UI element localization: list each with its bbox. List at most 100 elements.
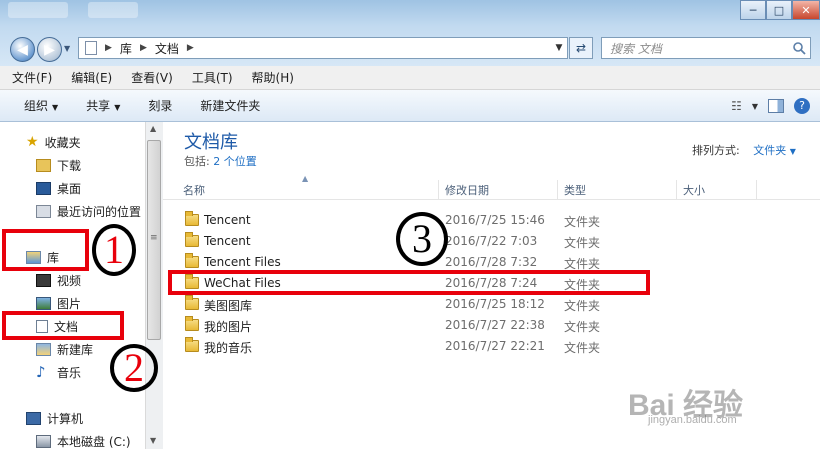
sidebar-item-label: 计算机 <box>47 411 84 426</box>
menu-file[interactable]: 文件(F) <box>12 69 52 86</box>
folder-icon <box>185 211 199 226</box>
menu-tools[interactable]: 工具(T) <box>192 69 233 86</box>
file-name: 美图图库 <box>204 299 253 313</box>
watermark-url: jingyan.baidu.com <box>648 414 737 426</box>
step-marker-1: 1 <box>92 224 136 276</box>
title-ghost-mid <box>88 2 138 18</box>
menu-bar: 文件(F) 编辑(E) 查看(V) 工具(T) 帮助(H) <box>0 66 820 90</box>
chevron-right-icon: ▶ <box>186 43 194 53</box>
new-library-icon <box>36 342 51 356</box>
highlight-box-libraries <box>2 229 89 271</box>
address-dropdown[interactable]: ▼ <box>550 37 568 59</box>
file-row[interactable]: 我的图片 2016/7/27 22:38 文件夹 <box>183 315 783 336</box>
step-marker-2: 2 <box>110 344 158 392</box>
file-name: Tencent <box>204 234 251 248</box>
breadcrumb-libraries[interactable]: 库 <box>120 40 132 57</box>
history-dropdown[interactable]: ▼ <box>64 44 74 54</box>
file-row[interactable]: 我的音乐 2016/7/27 22:21 文件夹 <box>183 336 783 357</box>
forward-button[interactable]: ▶ <box>37 37 62 62</box>
breadcrumb-documents[interactable]: 文档 <box>155 40 179 57</box>
includes-locations-link[interactable]: 2 个位置 <box>213 155 257 168</box>
sidebar-item-downloads[interactable]: 下载 <box>36 155 81 175</box>
refresh-button[interactable]: ⇄ <box>569 37 593 59</box>
sidebar-item-label: 图片 <box>57 296 82 311</box>
maximize-button[interactable]: □ <box>766 0 792 20</box>
view-controls: ☷ ▼ ? <box>731 90 820 122</box>
chevron-down-icon[interactable]: ▼ <box>752 102 758 111</box>
sidebar-item-label: 桌面 <box>57 181 82 196</box>
step-marker-3: 3 <box>396 212 448 266</box>
file-row[interactable]: Tencent 2016/7/22 7:03 文件夹 <box>183 231 783 252</box>
refresh-icon: ⇄ <box>575 41 587 55</box>
search-input[interactable]: 搜索 文档 <box>601 37 811 59</box>
menu-help[interactable]: 帮助(H) <box>252 69 294 86</box>
back-arrow-icon: ◀ <box>17 41 28 58</box>
arrange-by-dropdown[interactable]: 文件夹 ▼ <box>753 144 796 157</box>
file-type: 文件夹 <box>564 236 601 250</box>
file-date: 2016/7/27 22:21 <box>445 339 545 353</box>
close-button[interactable]: ✕ <box>792 0 820 20</box>
preview-pane-icon[interactable] <box>768 99 784 113</box>
burn-button[interactable]: 刻录 <box>148 97 172 114</box>
column-date[interactable]: 修改日期 <box>439 180 558 200</box>
file-type: 文件夹 <box>564 341 601 355</box>
scroll-up-icon[interactable]: ▲ <box>150 124 156 133</box>
sidebar-item-desktop[interactable]: 桌面 <box>36 178 81 198</box>
recent-places-icon <box>36 204 51 218</box>
file-name: 我的音乐 <box>204 341 253 355</box>
column-size[interactable]: 大小 <box>677 180 757 200</box>
pictures-icon <box>36 296 51 310</box>
music-note-icon: ♪ <box>36 363 46 381</box>
navigation-pane <box>0 122 163 449</box>
folder-icon <box>185 337 199 352</box>
menu-edit[interactable]: 编辑(E) <box>71 69 112 86</box>
sidebar-item-label: 收藏夹 <box>44 135 81 150</box>
file-name: 我的图片 <box>204 320 253 334</box>
sidebar-item-label: 视频 <box>57 273 82 288</box>
scroll-grip-icon: ≡ <box>150 233 158 243</box>
organize-label: 组织 <box>24 99 49 113</box>
sidebar-item-label: 下载 <box>57 158 82 173</box>
sidebar-item-music[interactable]: ♪ 音乐 <box>36 362 81 382</box>
sidebar-item-label: 最近访问的位置 <box>57 204 142 219</box>
column-headers: 名称 修改日期 类型 大小 <box>163 180 820 200</box>
file-date: 2016/7/25 15:46 <box>445 213 545 227</box>
folder-icon <box>185 232 199 247</box>
scroll-down-icon[interactable]: ▼ <box>150 436 156 445</box>
menu-view[interactable]: 查看(V) <box>131 69 173 86</box>
folder-path-icon <box>85 41 97 55</box>
help-icon[interactable]: ? <box>794 98 810 114</box>
organize-button[interactable]: 组织 ▼ <box>24 97 58 114</box>
sidebar-item-label: 本地磁盘 (C:) <box>57 434 131 449</box>
share-button[interactable]: 共享 ▼ <box>86 97 120 114</box>
file-date: 2016/7/27 22:38 <box>445 318 545 332</box>
sidebar-item-pictures[interactable]: 图片 <box>36 293 81 313</box>
title-ghost-left <box>8 2 68 18</box>
library-includes: 包括: 2 个位置 <box>184 153 257 169</box>
column-name[interactable]: 名称 <box>177 180 439 200</box>
sidebar-item-recent[interactable]: 最近访问的位置 <box>36 201 141 221</box>
highlight-box-documents <box>2 311 124 340</box>
chevron-down-icon: ▼ <box>52 103 59 112</box>
desktop-icon <box>36 181 51 195</box>
sidebar-item-label: 音乐 <box>57 365 82 380</box>
file-row[interactable]: Tencent 2016/7/25 15:46 文件夹 <box>183 210 783 231</box>
includes-prefix: 包括: <box>184 155 210 168</box>
sidebar-item-computer[interactable]: 计算机 <box>26 408 83 428</box>
file-row[interactable]: 美图图库 2016/7/25 18:12 文件夹 <box>183 294 783 315</box>
sidebar-item-local-disk[interactable]: 本地磁盘 (C:) <box>36 431 131 451</box>
file-name: Tencent <box>204 213 251 227</box>
new-folder-button[interactable]: 新建文件夹 <box>200 97 260 114</box>
minimize-button[interactable]: ─ <box>740 0 766 20</box>
file-type: 文件夹 <box>564 299 601 313</box>
sidebar-item-videos[interactable]: 视频 <box>36 270 81 290</box>
column-type[interactable]: 类型 <box>558 180 677 200</box>
address-bar[interactable]: ▶ 库 ▶ 文档 ▶ <box>78 37 568 59</box>
view-options-icon[interactable]: ☷ <box>731 99 742 113</box>
folder-icon <box>185 295 199 310</box>
sidebar-item-favorites[interactable]: ★ 收藏夹 <box>26 132 81 152</box>
forward-arrow-icon: ▶ <box>44 41 55 58</box>
back-button[interactable]: ◀ <box>10 37 35 62</box>
share-label: 共享 <box>86 99 111 113</box>
sidebar-item-new-library[interactable]: 新建库 <box>36 339 93 359</box>
